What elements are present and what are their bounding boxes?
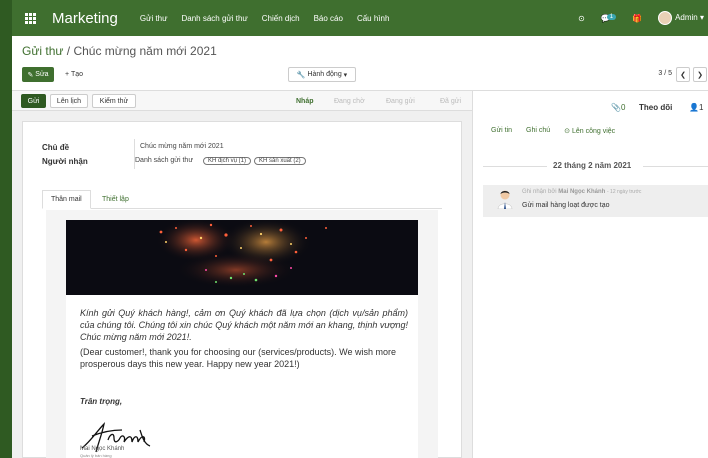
recipients-label: Người nhận <box>42 157 88 166</box>
author-name[interactable]: Mai Ngọc Khánh <box>558 189 605 195</box>
chevron-left-icon: ❮ <box>680 71 686 79</box>
menu-reports[interactable]: Báo cáo <box>314 14 343 23</box>
apps-menu-icon[interactable] <box>16 12 44 24</box>
left-edge <box>0 36 12 458</box>
create-button[interactable]: + Tạo <box>60 67 88 82</box>
paperclip-icon: 📎 <box>611 103 621 112</box>
avatar <box>658 11 673 25</box>
fireworks-banner-image <box>66 220 418 295</box>
action-dropdown[interactable]: 🔧 Hành động ▾ <box>288 67 356 82</box>
log-note-button[interactable]: Ghi chú <box>526 127 550 135</box>
followers-count[interactable]: 👤1 <box>689 103 703 112</box>
form-tabs: Thân mail Thiết lập <box>42 190 442 209</box>
tab-settings[interactable]: Thiết lập <box>94 190 137 209</box>
pager-value: 3 / 5 <box>658 70 672 77</box>
app-name[interactable]: Marketing <box>52 10 118 27</box>
menu-mailing-lists[interactable]: Danh sách gửi thư <box>181 14 247 23</box>
breadcrumb-sep: / <box>66 44 71 58</box>
date-separator: 22 tháng 2 năm 2021 <box>483 160 708 172</box>
send-button[interactable]: Gửi <box>21 94 46 108</box>
recipients-model: Danh sách gửi thư <box>135 157 194 164</box>
stage-sent[interactable]: Đã gửi <box>440 94 461 108</box>
recipient-tag[interactable]: KH sản xuất (2) <box>253 157 306 165</box>
message-author: Ghi nhận bởi Mai Ngọc Khánh - 12 ngày tr… <box>522 189 641 195</box>
chevron-right-icon: ❯ <box>697 71 703 79</box>
followers-value: 1 <box>698 103 704 112</box>
recipients-field[interactable]: Danh sách gửi thư KH dịch vụ (1) KH sản x… <box>135 157 306 165</box>
schedule-button[interactable]: Lên lịch <box>50 94 88 108</box>
mail-text-vi[interactable]: Kính gửi Quý khách hàng!, cảm ơn Quý khá… <box>80 307 408 343</box>
chatter-panel: 📎0 Theo dõi 👤1 Gửi tin Ghi chú ⊙ Lên côn… <box>472 91 708 458</box>
schedule-activity-label: Lên công việc <box>571 128 616 135</box>
recipient-tag[interactable]: KH dịch vụ (1) <box>202 157 251 165</box>
author-avatar <box>497 190 513 209</box>
date-label: 22 tháng 2 năm 2021 <box>553 161 632 170</box>
send-message-button[interactable]: Gửi tin <box>491 127 512 135</box>
top-menu: Gửi thư Danh sách gửi thư Chiến dịch Báo… <box>140 14 390 23</box>
menu-mailing[interactable]: Gửi thư <box>140 14 168 23</box>
signer-title: Quản lý bán hàng <box>80 453 112 458</box>
breadcrumb: Gửi thư / Chúc mừng năm mới 2021 <box>22 44 217 58</box>
chatter-message: Ghi nhận bởi Mai Ngọc Khánh - 12 ngày tr… <box>483 185 708 217</box>
pager-prev-button[interactable]: ❮ <box>676 67 690 82</box>
follow-button[interactable]: Theo dõi <box>639 103 672 112</box>
messages-badge: 1 <box>606 13 617 20</box>
tab-mail-body[interactable]: Thân mail <box>42 190 91 209</box>
user-icon: 👤 <box>689 103 699 112</box>
signer-name: Mai Ngọc Khánh <box>80 446 125 452</box>
message-time: - 12 ngày trước <box>606 189 642 195</box>
top-navbar: Marketing Gửi thư Danh sách gửi thư Chiế… <box>0 0 708 36</box>
edit-button[interactable]: ✎ Sửa <box>22 67 54 82</box>
mail-text-en[interactable]: (Dear customer!, thank you for choosing … <box>80 346 408 370</box>
stage-queued[interactable]: Đang chờ <box>334 94 365 108</box>
stage-draft[interactable]: Nháp <box>296 94 314 108</box>
gift-icon[interactable]: 🎁 <box>632 14 642 23</box>
stage-sending[interactable]: Đang gửi <box>386 94 415 108</box>
test-button[interactable]: Kiểm thử <box>92 94 136 108</box>
breadcrumb-parent[interactable]: Gửi thư <box>22 44 63 58</box>
messages-icon[interactable]: 💬1 <box>601 13 617 23</box>
user-menu[interactable]: Admin ▾ <box>658 11 704 25</box>
mail-regards: Trân trọng, <box>80 397 123 406</box>
control-panel: Gửi thư / Chúc mừng năm mới 2021 ✎ Sửa +… <box>12 36 708 91</box>
message-text: Gửi mail hàng loạt được tạo <box>522 202 610 209</box>
attachments-value: 0 <box>620 103 626 112</box>
note-by: Ghi nhận bởi <box>522 189 557 195</box>
schedule-activity-button[interactable]: ⊙ Lên công việc <box>564 127 615 135</box>
clock-icon[interactable]: ⊙ <box>578 14 585 23</box>
attachments-count[interactable]: 📎0 <box>611 103 625 112</box>
user-name: Admin <box>675 13 698 23</box>
subject-field[interactable]: Chúc mừng năm mới 2021 <box>140 143 224 150</box>
clock-icon: ⊙ <box>564 128 572 135</box>
menu-campaigns[interactable]: Chiến dịch <box>262 14 300 23</box>
create-label: Tạo <box>71 71 84 78</box>
breadcrumb-current: Chúc mừng năm mới 2021 <box>73 44 217 58</box>
action-label: Hành động <box>307 71 342 78</box>
pager-next-button[interactable]: ❯ <box>693 67 707 82</box>
status-bar: Gửi Lên lịch Kiểm thử Nháp Đang chờ Đang… <box>12 91 472 111</box>
edit-label: Sửa <box>35 71 49 78</box>
subject-label: Chủ đề <box>42 143 70 152</box>
menu-configuration[interactable]: Cấu hình <box>357 14 389 23</box>
